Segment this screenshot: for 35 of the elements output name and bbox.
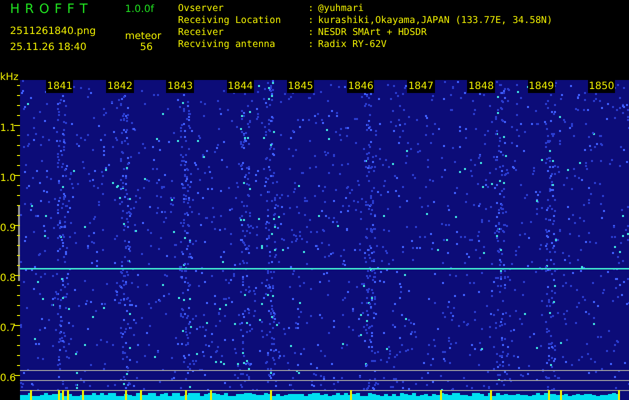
time-label: 1845	[286, 80, 314, 93]
app-version: 1.0.0f	[125, 4, 154, 15]
time-label: 1843	[166, 80, 194, 93]
info-separator: :	[308, 39, 315, 51]
info-value: @yuhmari	[318, 3, 365, 15]
time-label: 1847	[407, 80, 435, 93]
info-value: Radix RY-62V	[318, 39, 388, 51]
time-label: 1842	[106, 80, 134, 93]
detection-label: meteor	[125, 31, 162, 42]
frequency-label: 0.7	[0, 323, 16, 335]
info-label: Receiver	[178, 27, 225, 39]
file-name: 2511261840.png	[10, 26, 97, 37]
time-label: 1844	[226, 80, 254, 93]
info-label: Receiving Location	[178, 15, 282, 27]
time-label: 1841	[46, 80, 74, 93]
info-separator: :	[308, 15, 315, 27]
frequency-label: 0.6	[0, 373, 16, 385]
frequency-label: 0.9	[0, 223, 16, 235]
detection-count: 56	[140, 42, 153, 53]
info-separator: :	[308, 27, 315, 39]
time-label: 1849	[528, 80, 556, 93]
unit-label: kHz	[0, 72, 19, 83]
info-label: Recviving antenna	[178, 39, 276, 51]
date-time: 25.11.26 18:40	[10, 42, 88, 53]
time-label: 1846	[347, 80, 374, 93]
frequency-label: 1.1	[0, 123, 16, 135]
info-value: kurashiki,Okayama,JAPAN (133.77E, 34.58N)	[318, 15, 552, 27]
info-label: Ovserver	[178, 3, 225, 15]
info-value: NESDR SMArt + HDSDR	[318, 27, 428, 39]
frequency-label: 1.0	[0, 173, 16, 185]
time-label: 1848	[467, 80, 495, 93]
app-title: H R O F F T	[10, 2, 90, 17]
frequency-label: 0.8	[0, 273, 16, 285]
info-separator: :	[308, 3, 315, 15]
time-label: 1850	[588, 80, 616, 93]
